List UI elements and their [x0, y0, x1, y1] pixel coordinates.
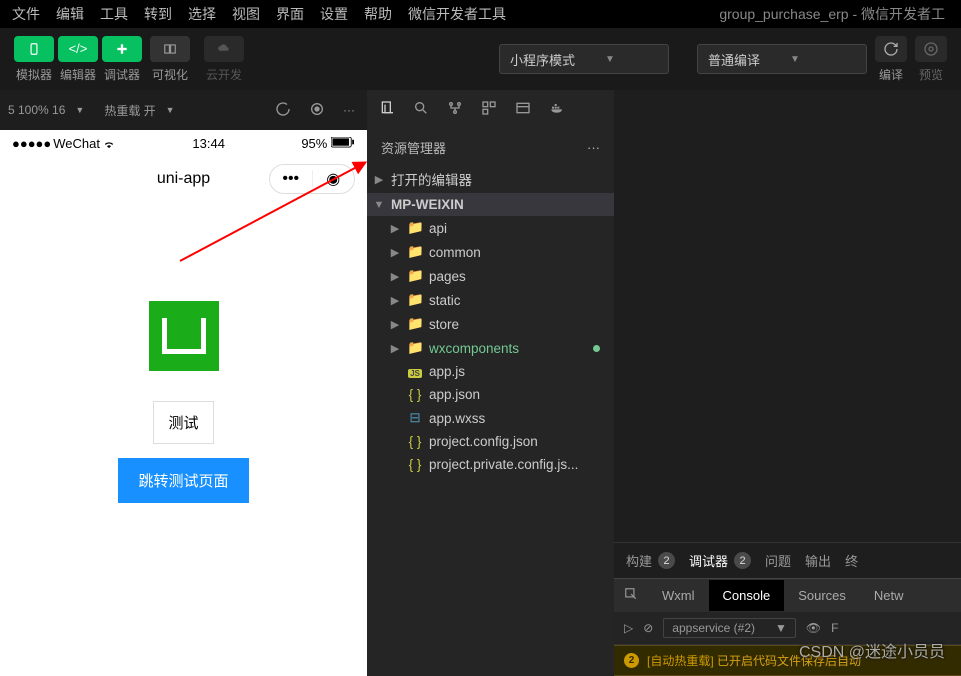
tab-output[interactable]: 输出 — [805, 551, 831, 570]
compile-label: 普通编译 — [708, 50, 760, 69]
menu-settings[interactable]: 设置 — [312, 0, 356, 28]
zoom-label[interactable]: 5 100% 16 — [8, 103, 65, 117]
search-icon[interactable] — [413, 100, 429, 120]
status-time: 13:44 — [192, 136, 225, 151]
folder-common[interactable]: ▶📁common — [367, 240, 614, 264]
more-icon[interactable]: ··· — [339, 99, 359, 121]
folder-static[interactable]: ▶📁static — [367, 288, 614, 312]
devtool-console[interactable]: Console — [709, 580, 785, 611]
capsule-more-icon[interactable]: ••• — [270, 170, 313, 188]
menu-view[interactable]: 视图 — [224, 0, 268, 28]
visual-button[interactable] — [150, 36, 190, 62]
tab-debugger[interactable]: 调试器2 — [689, 551, 751, 570]
compile-button[interactable] — [875, 36, 907, 62]
test-button[interactable]: 测试 — [153, 401, 213, 444]
status-battery: 95% — [301, 136, 355, 151]
branch-icon[interactable] — [447, 100, 463, 120]
warning-count-icon: 2 — [624, 653, 639, 668]
label-editor: 编辑器 — [58, 66, 98, 83]
menu-edit[interactable]: 编辑 — [48, 0, 92, 28]
file-projectconfig[interactable]: { }project.config.json — [367, 430, 614, 453]
simulator-panel: 5 100% 16 ▼ 热重载 开 ▼ ··· ●●●●● WeChat 13:44… — [0, 90, 367, 676]
simulator-button[interactable] — [14, 36, 54, 62]
reload-label[interactable]: 热重载 开 — [104, 102, 155, 119]
label-compile: 编译 — [879, 66, 903, 83]
toolbar: </> 模拟器 编辑器 调试器 可视化 云开发 小程序模式 ▼ 普通编译 ▼ 编译 — [0, 28, 961, 90]
label-visual: 可视化 — [150, 66, 190, 83]
file-appjson[interactable]: { }app.json — [367, 383, 614, 406]
panel-icon[interactable] — [515, 100, 531, 120]
menu-help[interactable]: 帮助 — [356, 0, 400, 28]
label-cloud: 云开发 — [204, 66, 244, 83]
chevron-down-icon: ▼ — [790, 54, 800, 65]
refresh-icon[interactable] — [271, 97, 295, 124]
status-carrier: ●●●●● WeChat — [12, 136, 116, 151]
compile-dropdown[interactable]: 普通编译 ▼ — [697, 44, 867, 74]
uni-logo — [149, 301, 219, 371]
filter-input[interactable]: F — [831, 621, 838, 635]
debugger-button[interactable] — [102, 36, 142, 62]
label-debugger: 调试器 — [102, 66, 142, 83]
record-icon[interactable] — [305, 97, 329, 124]
chevron-down-icon: ▼ — [605, 54, 615, 65]
menubar: 文件 编辑 工具 转到 选择 视图 界面 设置 帮助 微信开发者工具 group… — [0, 0, 961, 28]
files-icon[interactable] — [379, 100, 395, 120]
menu-file[interactable]: 文件 — [4, 0, 48, 28]
tab-problems[interactable]: 问题 — [765, 551, 791, 570]
extensions-icon[interactable] — [481, 100, 497, 120]
window-title: group_purchase_erp - 微信开发者工 — [514, 4, 957, 24]
chevron-down-icon: ▼ — [75, 105, 84, 115]
devtool-wxml[interactable]: Wxml — [648, 580, 709, 611]
file-appjs[interactable]: JSapp.js — [367, 360, 614, 383]
folder-wxcomponents[interactable]: ▶📁wxcomponents — [367, 336, 614, 360]
menu-devtools[interactable]: 微信开发者工具 — [400, 0, 514, 28]
eye-icon[interactable]: 👁 — [806, 621, 821, 635]
folder-pages[interactable]: ▶📁pages — [367, 264, 614, 288]
editor-button[interactable]: </> — [58, 36, 98, 62]
menu-select[interactable]: 选择 — [180, 0, 224, 28]
file-appwxss[interactable]: ⊟app.wxss — [367, 406, 614, 430]
label-preview: 预览 — [919, 66, 943, 83]
tab-build[interactable]: 构建2 — [626, 551, 675, 570]
more-icon[interactable]: ··· — [587, 140, 600, 155]
file-projectprivate[interactable]: { }project.private.config.js... — [367, 453, 614, 476]
jump-button[interactable]: 跳转测试页面 — [118, 458, 248, 503]
devtool-sources[interactable]: Sources — [784, 580, 860, 611]
cloud-button — [204, 36, 244, 62]
root-folder[interactable]: ▼MP-WEIXIN — [367, 193, 614, 216]
folder-store[interactable]: ▶📁store — [367, 312, 614, 336]
git-modified-icon — [593, 345, 600, 352]
watermark: CSDN @迷途小员员 — [799, 638, 945, 662]
explorer-panel: 资源管理器 ··· ▶打开的编辑器 ▼MP-WEIXIN ▶📁api ▶📁com… — [367, 90, 614, 676]
label-simulator: 模拟器 — [14, 66, 54, 83]
app-title: uni-app — [157, 170, 210, 188]
context-select[interactable]: appservice (#2)▼ — [663, 618, 796, 638]
play-icon[interactable]: ▷ — [624, 621, 633, 635]
preview-button[interactable] — [915, 36, 947, 62]
explorer-title: 资源管理器 — [381, 138, 446, 157]
devtool-network[interactable]: Netw — [860, 580, 918, 611]
right-panel: 构建2 调试器2 问题 输出 终 Wxml Console Sources Ne… — [614, 90, 961, 676]
tab-terminal[interactable]: 终 — [845, 551, 858, 570]
folder-api[interactable]: ▶📁api — [367, 216, 614, 240]
inspect-icon[interactable] — [614, 579, 648, 612]
phone-preview: ●●●●● WeChat 13:44 95% uni-app ••• ◉ 测试 … — [0, 130, 367, 676]
menu-goto[interactable]: 转到 — [136, 0, 180, 28]
docker-icon[interactable] — [549, 100, 567, 120]
chevron-down-icon: ▼ — [166, 105, 175, 115]
open-editors[interactable]: ▶打开的编辑器 — [367, 165, 614, 193]
mode-label: 小程序模式 — [510, 50, 575, 69]
mode-dropdown[interactable]: 小程序模式 ▼ — [499, 44, 669, 74]
menu-ui[interactable]: 界面 — [268, 0, 312, 28]
clear-icon[interactable]: ⊘ — [643, 621, 653, 635]
menu-tools[interactable]: 工具 — [92, 0, 136, 28]
